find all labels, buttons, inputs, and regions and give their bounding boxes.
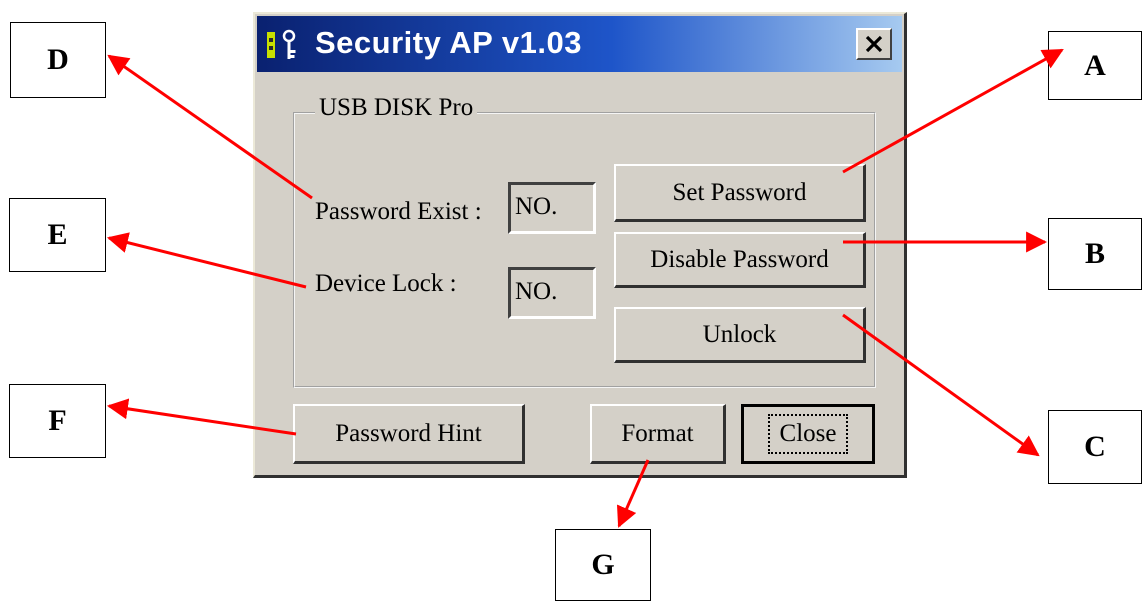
arrow-f	[106, 398, 297, 436]
arrow-g	[616, 459, 650, 528]
arrow-d	[107, 54, 313, 200]
annotation-arrows	[106, 48, 1064, 528]
arrow-c	[842, 313, 1040, 457]
arrow-a	[842, 48, 1064, 174]
arrow-e	[106, 232, 307, 289]
